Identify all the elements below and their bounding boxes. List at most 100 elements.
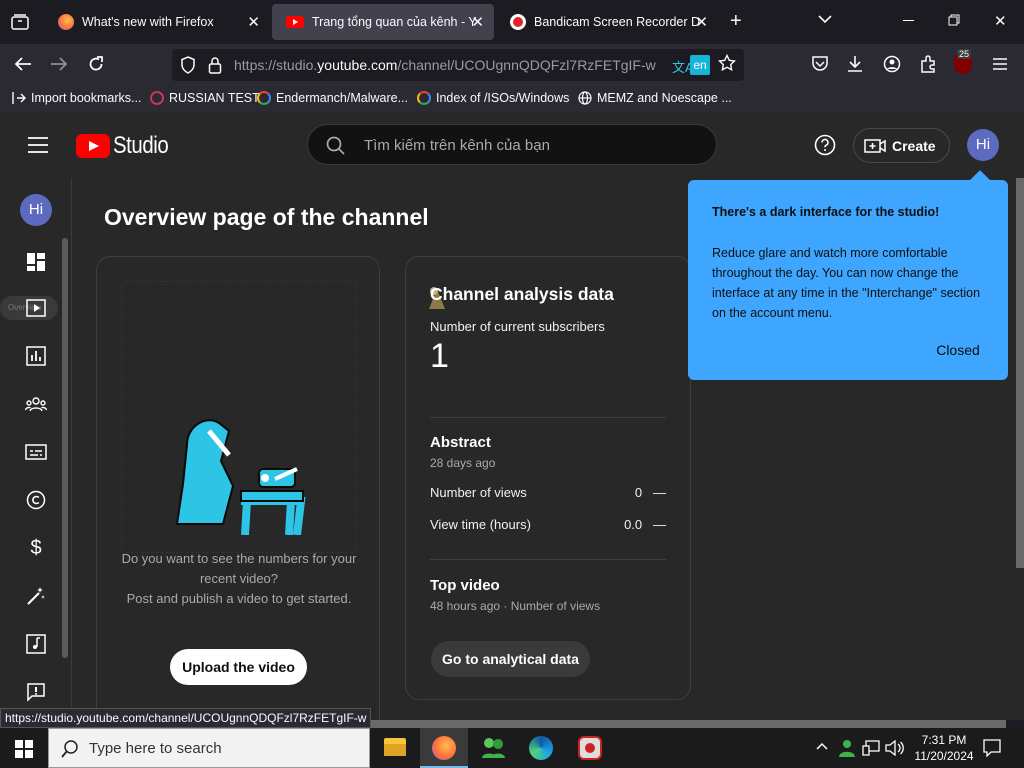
clock-time: 7:31 PM [921,733,967,747]
chevron-up-icon[interactable] [816,742,828,750]
divider [430,559,666,560]
help-icon[interactable] [814,134,836,156]
sidebar-item-dashboard[interactable] [22,248,50,276]
tab-youtube-studio[interactable]: Trang tổng quan của kênh - YouTube Studi… [272,4,494,40]
shield-icon[interactable] [180,56,196,74]
hamburger-icon[interactable] [28,137,48,153]
bookmark-endermanch[interactable]: Endermanch/Malware... [257,91,408,105]
upload-video-button[interactable]: Upload the video [170,649,307,685]
bookmark-index-isos[interactable]: Index of /ISOs/Windows [417,91,569,105]
bookmark-import[interactable]: Import bookmarks... [12,91,141,105]
notifications-icon[interactable] [983,739,1001,757]
studio-search-box[interactable]: Tìm kiếm trên kênh của bạn [307,124,717,165]
google-icon [257,91,271,105]
close-tab-icon[interactable]: ✕ [695,13,708,31]
windows-start-icon[interactable] [15,740,33,758]
subtitles-icon [25,444,47,460]
menu-icon[interactable] [992,57,1008,71]
go-to-analytics-button[interactable]: Go to analytical data [431,641,590,677]
sidebar-item-earn[interactable]: $ [22,534,50,562]
create-button[interactable]: Create [853,128,950,163]
copyright-icon [26,490,46,510]
back-icon[interactable] [14,56,32,72]
forward-icon[interactable] [50,56,68,72]
sidebar-scrollbar[interactable] [62,238,68,658]
pocket-icon[interactable] [811,56,829,72]
clock[interactable]: 7:31 PM 11/20/2024 [912,732,976,764]
new-tab-icon[interactable]: + [730,10,742,33]
upload-prompt-line: Do you want to see the numbers for your … [121,551,357,586]
studio-logo[interactable]: Studio [76,132,178,160]
extensions-icon[interactable] [919,55,937,73]
taskbar-search-box[interactable]: Type here to search [48,728,370,768]
account-icon[interactable] [883,55,901,73]
tab-bandicam[interactable]: Bandicam Screen Recorder Download ✕ [496,4,718,40]
volume-icon[interactable] [885,740,905,756]
tab-label: Bandicam Screen Recorder Download [534,15,700,29]
clock-date: 11/20/2024 [914,749,974,763]
page-scrollbar[interactable] [1016,178,1024,568]
ublock-badge: 25 [957,49,972,59]
dashboard-icon [27,253,45,271]
ublock-icon[interactable]: 25 [954,49,972,74]
close-tab-icon[interactable]: ✕ [471,13,484,31]
file-explorer-icon[interactable] [384,738,406,756]
studio-sidebar: Hi Overview $ [0,178,72,720]
magic-wand-icon [27,587,45,605]
account-avatar[interactable]: Hi [967,129,999,161]
tab-bar: What's new with Firefox ✕ Trang tổng qua… [0,0,1024,44]
taskbar-search-input[interactable]: Type here to search [89,740,222,757]
bookmark-russian-test[interactable]: RUSSIAN TEST [150,91,260,105]
sidebar-item-subtitles[interactable] [22,438,50,466]
star-icon[interactable] [718,54,736,72]
youtube-icon [286,16,304,28]
tab-label: What's new with Firefox [82,15,214,29]
lock-icon[interactable] [208,56,222,74]
sidebar-item-content[interactable] [22,294,50,322]
sidebar-item-analytics[interactable] [22,342,50,370]
edge-icon[interactable] [529,736,553,760]
close-window-icon[interactable]: ✕ [994,12,1007,30]
sidebar-item-customization[interactable] [22,582,50,610]
reload-icon[interactable] [87,55,105,73]
search-input[interactable]: Tìm kiếm trên kênh của bạn [364,137,550,154]
network-icon[interactable] [862,740,880,756]
tab-list-icon[interactable] [10,12,30,32]
globe-icon [578,91,592,105]
sidebar-item-feedback[interactable] [22,678,50,706]
channel-analytics-card: Channel analysis data Number of current … [405,256,691,700]
download-icon[interactable] [846,55,864,73]
sidebar-item-audio-library[interactable] [22,630,50,658]
close-tab-icon[interactable]: ✕ [247,13,260,31]
google-icon [417,91,431,105]
subscribers-label: Number of current subscribers [430,319,605,334]
content-icon [26,299,46,317]
page-title: Overview page of the channel [104,204,429,230]
url-prefix: https://studio. [234,57,318,73]
bookmark-memz[interactable]: MEMZ and Noescape ... [578,91,732,105]
popup-close-button[interactable]: Closed [922,332,994,368]
studio-page: Studio Tìm kiếm trên kênh của bạn Create… [0,112,1024,736]
studio-header: Studio Tìm kiếm trên kênh của bạn Create… [0,112,1024,178]
top-video-title: Top video [430,577,500,594]
minimize-icon[interactable] [903,20,914,21]
restore-icon[interactable] [948,14,960,26]
bookmark-label: Index of /ISOs/Windows [436,91,570,105]
tab-firefox-whats-new[interactable]: What's new with Firefox ✕ [44,4,270,40]
url-text[interactable]: https://studio.youtube.com/channel/UCOUg… [234,57,656,73]
taskbar-firefox[interactable] [420,728,468,768]
messenger-icon[interactable] [480,736,506,760]
community-icon [25,397,47,412]
sidebar-item-community[interactable] [22,390,50,418]
translate-button[interactable]: 文A en [670,54,712,76]
metric-trend: — [653,485,666,500]
bandicam-taskbar-icon[interactable] [578,736,602,760]
sidebar-item-copyright[interactable] [22,486,50,514]
search-icon [326,136,345,155]
horizontal-scrollbar-thumb[interactable] [360,720,1006,728]
people-tray-icon[interactable] [838,739,856,757]
channel-avatar[interactable]: Hi [20,194,52,226]
url-domain: youtube.com [317,57,398,73]
url-bar[interactable]: https://studio.youtube.com/channel/UCOUg… [172,49,744,81]
chevron-down-icon[interactable] [818,14,832,24]
